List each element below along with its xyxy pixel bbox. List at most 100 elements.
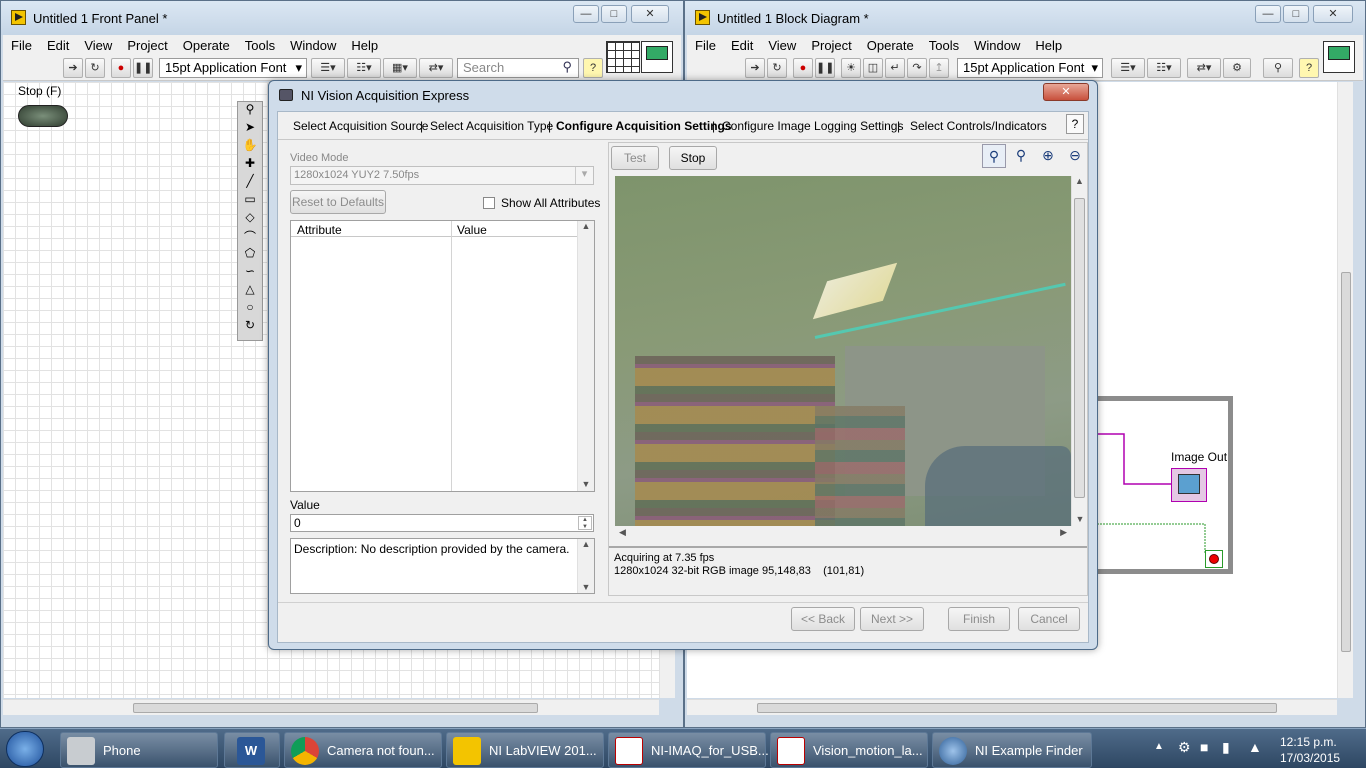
- run-continuously-icon[interactable]: ↻: [767, 58, 787, 78]
- volume-muted-icon[interactable]: ▲: [1248, 739, 1262, 755]
- scroll-down-icon[interactable]: ▼: [1072, 514, 1088, 524]
- block-diagram-vscroll[interactable]: [1337, 82, 1353, 698]
- network-icon[interactable]: ⚙: [1178, 739, 1191, 756]
- value-column-header[interactable]: Value: [457, 223, 487, 237]
- menu-project[interactable]: Project: [803, 35, 858, 53]
- tab-select-controls-indicators[interactable]: Select Controls/Indicators: [910, 119, 1047, 133]
- minimize-button[interactable]: —: [1255, 5, 1281, 23]
- cancel-button[interactable]: Cancel: [1018, 607, 1080, 631]
- menu-file[interactable]: File: [687, 35, 723, 53]
- vi-icon[interactable]: [1323, 41, 1355, 73]
- image-hscroll[interactable]: ◀ ▶: [615, 526, 1071, 542]
- device-icon[interactable]: ■: [1200, 739, 1208, 755]
- menu-edit[interactable]: Edit: [723, 35, 760, 53]
- pause-icon[interactable]: ❚❚: [133, 58, 153, 78]
- broken-line-tool-icon[interactable]: ↻: [238, 318, 262, 336]
- align-objects-icon[interactable]: ☰▾: [1111, 58, 1145, 78]
- tab-select-acquisition-type[interactable]: Select Acquisition Type: [430, 119, 553, 133]
- reorder-icon[interactable]: ⇄▾: [1187, 58, 1221, 78]
- menu-help[interactable]: Help: [343, 35, 385, 53]
- menu-view[interactable]: View: [76, 35, 119, 53]
- clean-up-diagram-icon[interactable]: ⚙: [1223, 58, 1251, 78]
- dialog-close-button[interactable]: ✕: [1043, 83, 1089, 101]
- stop-button[interactable]: Stop: [669, 146, 717, 170]
- menu-edit[interactable]: Edit: [39, 35, 76, 53]
- tab-configure-image-logging-settings[interactable]: Configure Image Logging Settings: [722, 119, 903, 133]
- start-button[interactable]: [6, 731, 44, 767]
- close-button[interactable]: ✕: [631, 5, 669, 23]
- search-input[interactable]: Search ⚲: [457, 58, 579, 78]
- reorder-icon[interactable]: ⇄▾: [419, 58, 453, 78]
- block-diagram-hscroll[interactable]: [687, 699, 1337, 715]
- tab-select-acquisition-source[interactable]: Select Acquisition Source: [293, 119, 428, 133]
- menu-window[interactable]: Window: [282, 35, 343, 53]
- zoom-in-icon[interactable]: ⊕: [1036, 144, 1060, 168]
- description-scrollbar[interactable]: ▲ ▼: [577, 539, 594, 593]
- attribute-column-header[interactable]: Attribute: [297, 223, 342, 237]
- menu-window[interactable]: Window: [966, 35, 1027, 53]
- attribute-table-scrollbar[interactable]: ▲ ▼: [577, 221, 594, 491]
- menu-tools[interactable]: Tools: [237, 35, 282, 53]
- arrow-tool-icon[interactable]: ➤: [238, 120, 262, 138]
- pause-icon[interactable]: ❚❚: [815, 58, 835, 78]
- video-mode-select[interactable]: 1280x1024 YUY2 7.50fps ▾: [290, 166, 594, 185]
- test-button[interactable]: Test: [611, 146, 659, 170]
- image-vscroll[interactable]: ▲ ▼: [1071, 176, 1087, 526]
- taskbar-item-labview[interactable]: NI LabVIEW 201...: [446, 732, 604, 768]
- polygon-tool-icon[interactable]: ⬠: [238, 246, 262, 264]
- show-hidden-icons[interactable]: ▲: [1154, 741, 1164, 752]
- taskbar-item-phone[interactable]: Phone: [60, 732, 218, 768]
- highlight-execution-icon[interactable]: ☀: [841, 58, 861, 78]
- shape-tool-icon[interactable]: △: [238, 282, 262, 300]
- taskbar-item-example-finder[interactable]: NI Example Finder: [932, 732, 1092, 768]
- taskbar-item-pdf-imaq[interactable]: NI-IMAQ_for_USB...: [608, 732, 769, 768]
- front-panel-titlebar[interactable]: Untitled 1 Front Panel * — □ ✕: [1, 1, 683, 35]
- scroll-up-icon[interactable]: ▲: [578, 221, 594, 231]
- connector-pane-icon[interactable]: [606, 41, 640, 73]
- step-into-icon[interactable]: ↵: [885, 58, 905, 78]
- run-arrow-icon[interactable]: ➔: [745, 58, 765, 78]
- menu-project[interactable]: Project: [119, 35, 174, 53]
- taskbar-item-chrome[interactable]: Camera not foun...: [284, 732, 442, 768]
- close-button[interactable]: ✕: [1313, 5, 1353, 23]
- line-tool-icon[interactable]: ╱: [238, 174, 262, 192]
- scroll-up-icon[interactable]: ▲: [578, 539, 594, 549]
- help-icon[interactable]: ?: [583, 58, 603, 78]
- help-icon[interactable]: ?: [1299, 58, 1319, 78]
- crosshair-tool-icon[interactable]: ✚: [238, 156, 262, 174]
- value-stepper-icon[interactable]: ▲ ▼: [578, 516, 592, 530]
- tab-configure-acquisition-settings[interactable]: Configure Acquisition Settings: [556, 119, 732, 133]
- step-over-icon[interactable]: ↷: [907, 58, 927, 78]
- scroll-up-icon[interactable]: ▲: [1072, 176, 1087, 186]
- run-continuously-icon[interactable]: ↻: [85, 58, 105, 78]
- image-out-indicator[interactable]: [1171, 468, 1207, 502]
- align-objects-icon[interactable]: ☰▾: [311, 58, 345, 78]
- stop-terminal[interactable]: [1205, 550, 1223, 568]
- menu-file[interactable]: File: [3, 35, 39, 53]
- next-button[interactable]: Next >>: [860, 607, 924, 631]
- vi-icon[interactable]: [641, 41, 673, 73]
- retain-wire-values-icon[interactable]: ◫: [863, 58, 883, 78]
- font-selector[interactable]: 15pt Application Font ▾: [159, 58, 307, 78]
- hand-tool-icon[interactable]: ✋: [238, 138, 262, 156]
- menu-view[interactable]: View: [760, 35, 803, 53]
- scroll-down-icon[interactable]: ▼: [578, 582, 594, 592]
- oval-tool-icon[interactable]: ○: [238, 300, 262, 318]
- finish-button[interactable]: Finish: [948, 607, 1010, 631]
- front-panel-hscroll[interactable]: [3, 699, 659, 715]
- camera-image[interactable]: [615, 176, 1071, 526]
- abort-icon[interactable]: ●: [793, 58, 813, 78]
- taskbar-item-pdf-vision[interactable]: Vision_motion_la...: [770, 732, 928, 768]
- menu-help[interactable]: Help: [1027, 35, 1069, 53]
- value-input[interactable]: 0 ▲ ▼: [290, 514, 594, 532]
- reset-to-defaults-button[interactable]: Reset to Defaults: [290, 190, 386, 214]
- resize-objects-icon[interactable]: ▦▾: [383, 58, 417, 78]
- step-out-icon[interactable]: ↥: [929, 58, 949, 78]
- zoom-1-to-1-icon[interactable]: ⚲: [1009, 144, 1033, 168]
- minimize-button[interactable]: —: [573, 5, 599, 23]
- maximize-button[interactable]: □: [1283, 5, 1309, 23]
- show-all-attributes-checkbox[interactable]: [483, 197, 495, 209]
- signal-icon[interactable]: ▮: [1222, 739, 1230, 756]
- scroll-down-icon[interactable]: ▼: [578, 479, 594, 489]
- font-selector[interactable]: 15pt Application Font ▾: [957, 58, 1103, 78]
